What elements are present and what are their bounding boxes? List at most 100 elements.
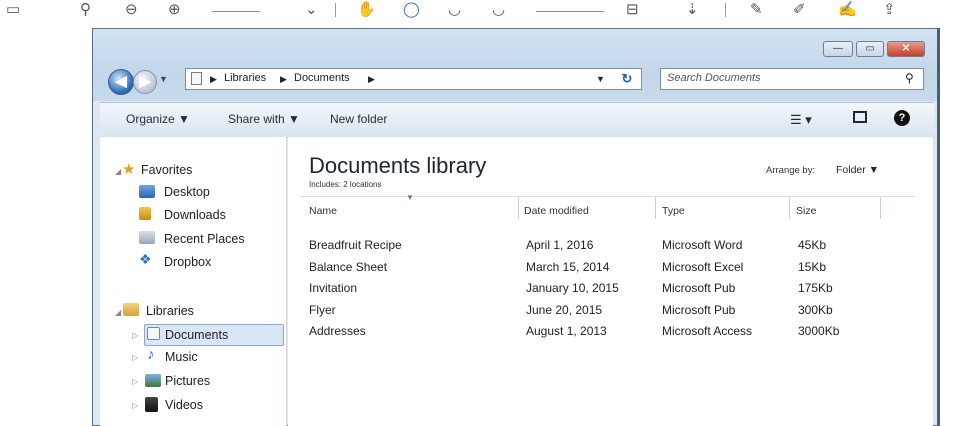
column-header-size[interactable]: Size (796, 205, 816, 217)
cell-date: January 10, 2015 (526, 281, 619, 295)
cell-name: Balance Sheet (309, 260, 388, 274)
sidebar-favorites-header[interactable]: Favorites (141, 163, 192, 177)
cell-date: April 1, 2016 (526, 238, 594, 252)
expand-music-icon[interactable]: ▷ (132, 353, 138, 362)
sidebar-item-music[interactable]: Music (165, 350, 198, 364)
cell-type: Microsoft Excel (662, 260, 744, 274)
videos-icon (145, 397, 158, 412)
cell-size: 3000Kb (798, 324, 840, 338)
page-field[interactable] (536, 11, 604, 12)
address-dropdown-icon[interactable]: ▼ (596, 74, 605, 84)
column-header-name[interactable]: Name (309, 205, 337, 217)
cell-date: August 1, 2013 (526, 324, 607, 338)
sidebar-item-videos[interactable]: Videos (165, 398, 203, 412)
expand-favorites-icon[interactable]: ◢ (115, 167, 121, 176)
help-icon[interactable]: ? (894, 110, 910, 126)
toolbar-divider (725, 3, 726, 17)
comment-icon[interactable]: ✎ (750, 2, 763, 18)
refresh-icon[interactable]: ↻ (617, 69, 637, 89)
column-header-type[interactable]: Type (662, 205, 685, 217)
cell-name: Flyer (309, 303, 336, 317)
expand-libraries-icon[interactable]: ◢ (115, 308, 121, 317)
recent-places-icon (139, 231, 155, 244)
cell-date: March 15, 2014 (526, 260, 610, 274)
save-icon[interactable]: ▭ (6, 2, 20, 18)
viewer-toolbar: ▭ ⚲ ⊖ ⊕ ⌄ ✋ ◯ ◡ ◡ ⊟ ⇣ ✎ ✐ ✍ ⇪ (0, 0, 954, 22)
highlight-icon[interactable]: ✍ (838, 2, 857, 18)
zoom-in-icon[interactable]: ⊕ (168, 2, 181, 18)
breadcrumb-libraries[interactable]: Libraries (224, 72, 266, 84)
search-icon[interactable]: ⚲ (80, 2, 91, 18)
breadcrumb-documents[interactable]: Documents (294, 72, 350, 84)
undo-icon[interactable]: ◡ (448, 2, 461, 18)
pen-icon[interactable]: ✐ (793, 2, 806, 18)
sidebar-item-pictures[interactable]: Pictures (165, 374, 210, 388)
redo-icon[interactable]: ◡ (492, 2, 505, 18)
sidebar-item-documents[interactable]: Documents (165, 328, 228, 342)
expand-documents-icon[interactable]: ▷ (132, 331, 138, 340)
sidebar-item-dropbox[interactable]: Dropbox (164, 255, 211, 269)
cell-type: Microsoft Pub (662, 281, 736, 295)
arrange-by-dropdown[interactable]: Folder ▼ (836, 164, 879, 176)
hand-icon[interactable]: ✋ (357, 2, 376, 18)
sidebar-item-desktop[interactable]: Desktop (164, 185, 210, 199)
back-arrow-icon: ◀ (115, 73, 127, 90)
preview-pane-icon[interactable] (853, 111, 867, 123)
share-with-menu[interactable]: Share with ▼ (228, 112, 300, 126)
column-divider[interactable] (880, 197, 881, 219)
library-title: Documents library (309, 153, 487, 178)
column-divider[interactable] (789, 197, 790, 219)
zoom-field[interactable] (212, 11, 260, 12)
sidebar-libraries-header[interactable]: Libraries (146, 304, 194, 318)
cell-size: 300Kb (798, 303, 833, 317)
back-button[interactable]: ◀ (108, 69, 134, 95)
pictures-icon (145, 374, 161, 387)
forward-button[interactable]: ▶ (133, 70, 157, 94)
close-button[interactable]: ✕ (887, 41, 925, 57)
cell-size: 175Kb (798, 281, 833, 295)
share-icon[interactable]: ⇪ (883, 2, 896, 18)
library-subtitle[interactable]: Includes: 2 locations (309, 180, 382, 189)
cell-type: Microsoft Pub (662, 303, 736, 317)
pointer-icon[interactable]: ⌄ (305, 2, 318, 18)
address-bar[interactable]: ▶ Libraries ▶ Documents ▶ ▼ (185, 68, 642, 90)
cell-date: June 20, 2015 (526, 303, 603, 317)
new-folder-button[interactable]: New folder (330, 112, 387, 126)
download-icon[interactable]: ⇣ (686, 2, 699, 18)
maximize-button[interactable]: ▭ (856, 41, 884, 57)
cell-name: Addresses (309, 324, 366, 338)
title-bar (93, 29, 937, 101)
downloads-icon (139, 207, 151, 220)
column-divider[interactable] (518, 197, 519, 219)
zoom-out-icon[interactable]: ⊖ (125, 2, 138, 18)
column-header-top-border (300, 196, 915, 197)
breadcrumb-sep-icon: ▶ (210, 74, 217, 84)
organize-menu[interactable]: Organize ▼ (126, 112, 190, 126)
expand-videos-icon[interactable]: ▷ (132, 401, 138, 410)
view-options-icon[interactable]: ☰ ▾ (790, 112, 812, 128)
fit-page-icon[interactable]: ⊟ (626, 2, 639, 18)
column-header-date-modified[interactable]: Date modified (524, 205, 589, 217)
search-box[interactable]: Search Documents ⚲ (660, 68, 924, 90)
minimize-button[interactable]: — (823, 41, 853, 57)
folder-location-icon (191, 72, 202, 85)
music-icon: ♪ (147, 346, 155, 363)
sidebar-item-recent-places[interactable]: Recent Places (164, 232, 245, 246)
search-input[interactable]: Search Documents (667, 72, 761, 84)
arrange-by-label: Arrange by: (766, 165, 816, 176)
cell-name: Invitation (309, 281, 358, 295)
cell-size: 15Kb (798, 260, 827, 274)
rotate-icon[interactable]: ◯ (403, 2, 420, 18)
recent-pages-chevron-icon[interactable]: ▼ (159, 74, 168, 84)
cell-size: 45Kb (798, 238, 827, 252)
breadcrumb-sep-icon: ▶ (368, 74, 375, 84)
toolbar-divider (335, 3, 336, 17)
sidebar-item-downloads[interactable]: Downloads (164, 208, 226, 222)
star-icon: ★ (122, 161, 136, 178)
desktop-icon (139, 185, 155, 198)
expand-pictures-icon[interactable]: ▷ (132, 377, 138, 386)
sort-indicator-icon: ▼ (406, 193, 414, 202)
cell-name: Breadfruit Recipe (309, 238, 402, 252)
column-divider[interactable] (655, 197, 656, 219)
search-icon[interactable]: ⚲ (905, 71, 914, 85)
